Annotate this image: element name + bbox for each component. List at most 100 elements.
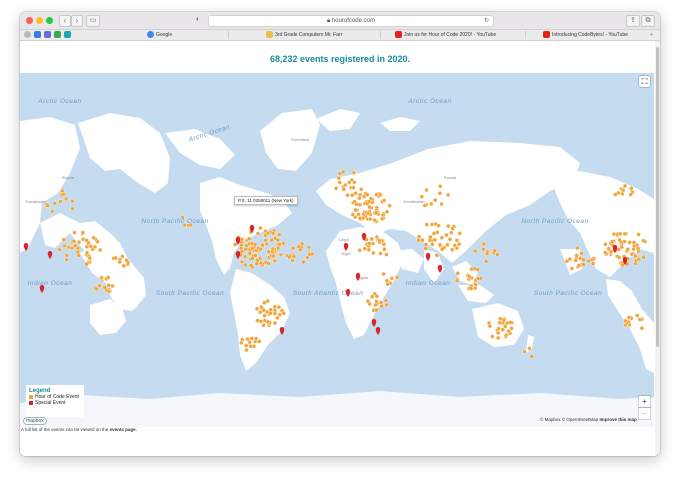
event-marker[interactable] [575,245,580,251]
event-marker[interactable] [439,235,445,240]
event-marker[interactable] [613,192,618,197]
event-marker[interactable] [258,319,264,324]
event-marker[interactable] [372,217,377,223]
event-marker[interactable] [242,254,248,259]
event-marker[interactable] [433,197,438,203]
event-marker[interactable] [310,251,315,257]
event-marker[interactable] [457,231,462,236]
event-marker[interactable] [70,206,75,212]
event-marker[interactable] [350,212,355,217]
event-marker[interactable] [351,185,356,191]
event-marker[interactable] [590,257,595,263]
event-marker[interactable] [110,283,115,289]
event-marker[interactable] [637,317,643,322]
event-marker[interactable] [253,253,258,258]
event-marker[interactable] [481,246,486,252]
event-marker[interactable] [641,238,646,244]
event-marker[interactable] [91,235,96,241]
event-marker[interactable] [496,326,501,331]
event-marker[interactable] [427,237,432,243]
event-marker[interactable] [529,354,534,359]
event-marker[interactable] [272,311,278,316]
event-marker[interactable] [378,192,383,198]
event-marker[interactable] [445,242,450,248]
event-marker[interactable] [389,276,394,281]
event-marker[interactable] [616,255,622,260]
event-marker[interactable] [244,347,249,353]
event-marker[interactable] [265,319,271,325]
event-marker[interactable] [496,335,501,341]
event-marker[interactable] [357,192,363,198]
event-marker[interactable] [113,255,118,261]
event-marker[interactable] [300,241,305,247]
event-marker[interactable] [249,241,255,246]
event-marker[interactable] [264,241,270,247]
event-marker[interactable] [429,201,434,207]
event-marker[interactable] [353,207,358,213]
event-marker[interactable] [80,230,85,235]
app-favicon-icon[interactable] [44,31,51,38]
event-marker[interactable] [257,256,263,261]
event-marker[interactable] [610,239,615,244]
event-marker[interactable] [62,243,67,249]
event-marker[interactable] [623,318,628,324]
event-marker[interactable] [262,300,267,305]
event-marker[interactable] [87,255,93,261]
event-marker[interactable] [249,336,254,341]
event-marker[interactable] [374,192,379,197]
events-page-link[interactable]: events page. [110,427,137,432]
event-marker[interactable] [430,242,435,247]
address-bar[interactable]: 🔒︎ hourofcode.com ↻ [208,15,494,27]
event-marker[interactable] [495,252,500,258]
event-marker[interactable] [72,243,78,248]
event-marker[interactable] [603,250,608,255]
event-marker[interactable] [64,257,69,263]
event-marker[interactable] [484,259,489,264]
maximize-window-button[interactable] [46,17,53,24]
scrollbar-thumb[interactable] [656,47,659,347]
event-marker[interactable] [60,188,65,194]
event-marker[interactable] [581,262,586,267]
event-marker[interactable] [365,298,371,304]
event-marker[interactable] [253,336,259,341]
event-marker[interactable] [439,201,444,207]
event-marker[interactable] [121,263,127,269]
event-marker[interactable] [423,246,428,251]
event-marker[interactable] [254,261,259,266]
event-marker[interactable] [373,302,378,308]
event-marker[interactable] [239,259,245,265]
event-marker[interactable] [450,226,455,231]
event-marker[interactable] [633,253,638,259]
event-marker[interactable] [446,223,451,229]
event-marker[interactable] [243,343,249,348]
event-marker[interactable] [277,312,282,318]
event-marker[interactable] [611,231,617,237]
event-marker[interactable] [275,237,281,243]
app-favicon-icon[interactable] [54,31,61,38]
event-marker[interactable] [266,249,271,255]
event-marker[interactable] [473,248,478,254]
event-marker[interactable] [481,241,487,247]
event-marker[interactable] [378,300,384,305]
event-marker[interactable] [490,334,495,339]
event-marker[interactable] [440,247,445,252]
event-marker[interactable] [622,239,627,244]
event-marker[interactable] [424,222,429,227]
event-marker[interactable] [269,237,274,243]
event-marker[interactable] [384,252,389,257]
event-marker[interactable] [625,247,630,252]
event-marker[interactable] [576,263,582,268]
event-marker[interactable] [106,283,111,288]
event-marker[interactable] [368,216,373,222]
event-marker[interactable] [120,254,125,259]
event-marker[interactable] [371,250,376,256]
event-marker[interactable] [473,282,478,287]
event-marker[interactable] [365,192,370,197]
event-marker[interactable] [475,276,481,281]
close-window-button[interactable] [26,17,33,24]
event-marker[interactable] [287,254,292,260]
event-marker[interactable] [341,169,346,175]
event-marker[interactable] [84,250,90,256]
event-marker[interactable] [416,238,421,243]
event-marker[interactable] [105,275,111,280]
